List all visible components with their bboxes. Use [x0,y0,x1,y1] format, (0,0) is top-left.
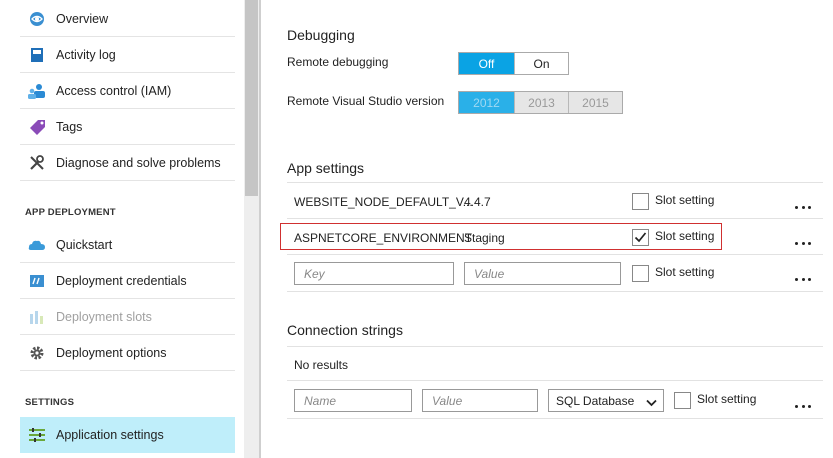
sidebar-item-deployment-slots[interactable]: Deployment slots [20,299,235,335]
more-options-icon[interactable] [795,240,811,246]
more-options-icon[interactable] [795,204,811,210]
app-setting-name: ASPNETCORE_ENVIRONMENT [294,231,473,245]
sidebar-item-activity-log[interactable]: Activity log [20,37,235,73]
sidebar-item-label: Deployment options [56,345,167,360]
book-icon [28,46,46,64]
section-header-app-deployment: APP DEPLOYMENT [25,207,116,218]
slot-setting-label: Slot setting [697,392,757,406]
slot-setting-checkbox[interactable] [674,392,691,409]
divider [287,291,823,292]
slots-icon [28,308,46,326]
sidebar: Overview Activity log Access control (IA… [0,0,244,458]
divider [287,218,823,219]
globe-icon [28,10,46,28]
new-value-input[interactable] [464,262,621,285]
remote-debugging-toggle[interactable]: Off On [458,52,569,75]
sidebar-item-label: Application settings [56,428,164,442]
credentials-icon [28,272,46,290]
slot-setting-checkbox[interactable] [632,193,649,210]
connection-type-selected: SQL Database [556,393,635,408]
main-content: Debugging Remote debugging Off On Remote… [261,0,833,458]
more-options-icon[interactable] [795,403,811,409]
sidebar-item-label: Deployment credentials [56,273,187,288]
sidebar-item-deployment-options[interactable]: Deployment options [20,335,235,371]
new-key-input[interactable] [294,262,454,285]
divider [287,380,823,381]
divider [287,418,823,419]
slot-setting-checkbox-checked[interactable] [632,229,649,246]
slot-setting-label: Slot setting [655,193,715,207]
sidebar-item-label: Overview [56,11,109,26]
app-setting-value[interactable]: Staging [464,231,505,245]
sidebar-item-label: Activity log [56,47,116,62]
vs-version-2012-button[interactable]: 2012 [459,92,514,113]
sidebar-item-tags[interactable]: Tags [20,109,235,145]
checkmark-icon [634,232,647,243]
section-header-settings: SETTINGS [25,397,75,408]
section-title-debugging: Debugging [287,27,355,43]
wrench-icon [28,154,46,172]
sidebar-item-label: Quickstart [56,237,113,252]
slot-setting-label: Slot setting [655,229,715,243]
chevron-down-icon [646,396,657,410]
slot-setting-checkbox[interactable] [632,265,649,282]
divider [287,182,823,183]
sidebar-scrollbar-thumb[interactable] [245,0,258,196]
no-results-text: No results [294,358,349,372]
section-title-app-settings: App settings [287,160,365,176]
tag-icon [28,118,46,136]
sidebar-item-access-control[interactable]: Access control (IAM) [20,73,235,109]
users-icon [28,82,46,100]
sidebar-item-deployment-credentials[interactable]: Deployment credentials [20,263,235,299]
remote-debugging-label: Remote debugging [287,55,389,69]
vs-version-2015-button[interactable]: 2015 [568,92,622,113]
connection-type-dropdown[interactable]: SQL Database [548,389,664,412]
more-options-icon[interactable] [795,276,811,282]
app-setting-value[interactable]: 4.4.7 [464,195,491,209]
list-settings-icon [28,426,46,444]
sidebar-item-label: Access control (IAM) [56,83,172,98]
app-setting-name: WEBSITE_NODE_DEFAULT_V... [294,195,473,209]
sidebar-item-label: Tags [56,119,83,134]
vs-version-selector[interactable]: 2012 2013 2015 [458,91,623,114]
divider [287,346,823,347]
vs-version-label: Remote Visual Studio version [287,94,445,108]
sidebar-item-label: Diagnose and solve problems [56,155,221,170]
vs-version-2013-button[interactable]: 2013 [514,92,568,113]
gear-icon [28,344,46,362]
sidebar-item-diagnose[interactable]: Diagnose and solve problems [20,145,235,181]
divider [287,254,823,255]
sidebar-item-label: Deployment slots [56,309,152,324]
cloud-icon [28,236,46,254]
sidebar-item-quickstart[interactable]: Quickstart [20,227,235,263]
remote-debugging-on-button[interactable]: On [514,53,568,74]
connection-name-input[interactable] [294,389,412,412]
sidebar-item-overview[interactable]: Overview [20,1,235,37]
remote-debugging-off-button[interactable]: Off [459,53,514,74]
connection-value-input[interactable] [422,389,538,412]
sidebar-item-application-settings[interactable]: Application settings [20,417,235,453]
slot-setting-label: Slot setting [655,265,715,279]
section-title-connection-strings: Connection strings [287,322,403,338]
